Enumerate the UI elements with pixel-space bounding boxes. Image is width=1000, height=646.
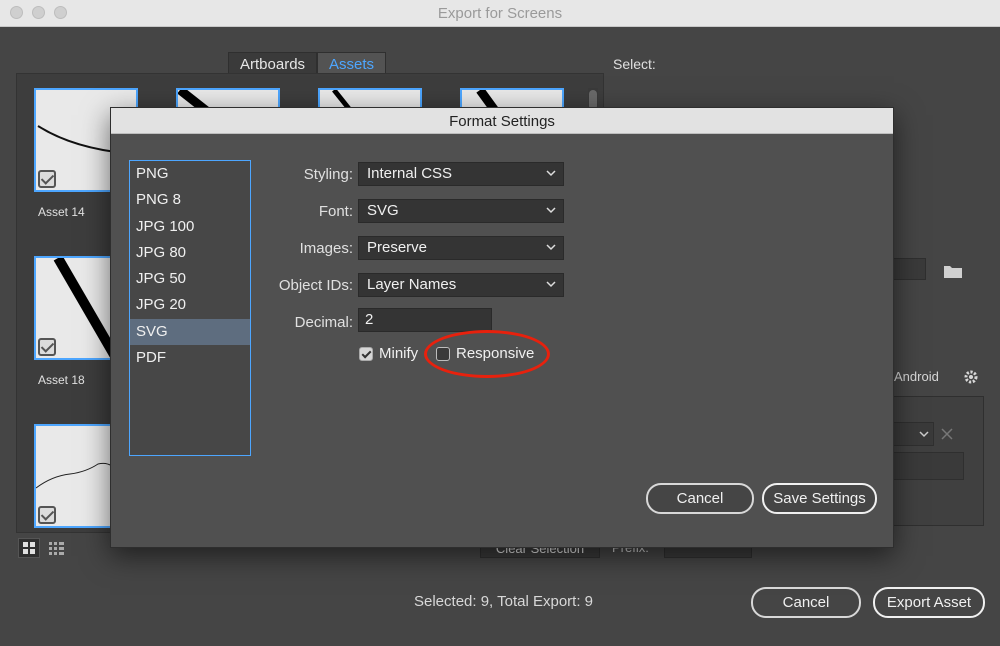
format-list: PNG PNG 8 JPG 100 JPG 80 JPG 50 JPG 20 S… xyxy=(129,160,251,456)
images-dropdown[interactable]: Preserve xyxy=(358,236,564,260)
highlight-ellipse xyxy=(424,330,550,378)
window-title: Export for Screens xyxy=(437,5,563,22)
format-item-svg[interactable]: SVG xyxy=(130,318,250,346)
styling-value: Internal CSS xyxy=(367,165,453,182)
list-view-icon xyxy=(49,542,64,555)
window-titlebar: Export for Screens xyxy=(0,0,1000,27)
styling-label: Styling: xyxy=(303,166,353,183)
chevron-down-icon xyxy=(919,431,929,438)
format-item-png[interactable]: PNG xyxy=(130,161,250,187)
format-item-jpg80[interactable]: JPG 80 xyxy=(130,240,250,266)
dialog-titlebar: Format Settings xyxy=(111,108,893,134)
chevron-down-icon xyxy=(546,244,556,251)
select-label: Select: xyxy=(613,56,656,72)
styling-dropdown[interactable]: Internal CSS xyxy=(358,162,564,186)
save-settings-button[interactable]: Save Settings xyxy=(762,483,877,514)
format-item-jpg50[interactable]: JPG 50 xyxy=(130,266,250,292)
object-ids-label: Object IDs: xyxy=(278,277,353,294)
folder-icon[interactable] xyxy=(943,263,963,279)
close-icon[interactable] xyxy=(941,428,953,440)
images-value: Preserve xyxy=(367,239,428,256)
asset-checkbox[interactable] xyxy=(38,506,56,524)
font-label: Font: xyxy=(318,203,353,220)
asset-label: Asset 14 xyxy=(38,205,85,219)
selection-status: Selected: 9, Total Export: 9 xyxy=(414,593,593,610)
dialog-title: Format Settings xyxy=(449,113,555,130)
format-item-png8[interactable]: PNG 8 xyxy=(130,187,250,213)
minify-label[interactable]: Minify xyxy=(379,345,418,362)
format-item-jpg20[interactable]: JPG 20 xyxy=(130,292,250,318)
list-view-button[interactable] xyxy=(46,538,68,558)
tab-bar: Artboards Assets xyxy=(228,52,387,76)
asset-checkbox[interactable] xyxy=(38,170,56,188)
grid-view-icon xyxy=(23,542,35,554)
decimal-field[interactable]: 2 xyxy=(358,308,492,332)
cancel-button[interactable]: Cancel xyxy=(751,587,861,618)
scale-dropdown[interactable] xyxy=(888,422,934,446)
grid-view-button[interactable] xyxy=(18,538,40,558)
android-preset-label[interactable]: Android xyxy=(894,369,939,384)
object-ids-dropdown[interactable]: Layer Names xyxy=(358,273,564,297)
gear-icon[interactable] xyxy=(963,369,979,385)
chevron-down-icon xyxy=(546,170,556,177)
asset-checkbox[interactable] xyxy=(38,338,56,356)
format-item-pdf[interactable]: PDF xyxy=(130,345,250,371)
dialog-cancel-button[interactable]: Cancel xyxy=(646,483,754,514)
suffix-field[interactable] xyxy=(888,452,964,480)
object-ids-value: Layer Names xyxy=(367,276,457,293)
asset-label: Asset 18 xyxy=(38,373,85,387)
export-asset-button[interactable]: Export Asset xyxy=(873,587,985,618)
chevron-down-icon xyxy=(546,281,556,288)
format-settings-dialog: Format Settings PNG PNG 8 JPG 100 JPG 80… xyxy=(110,107,894,548)
minify-checkbox[interactable] xyxy=(359,347,373,361)
font-value: SVG xyxy=(367,202,399,219)
decimal-label: Decimal: xyxy=(294,314,353,331)
format-item-jpg100[interactable]: JPG 100 xyxy=(130,214,250,240)
chevron-down-icon xyxy=(546,207,556,214)
images-label: Images: xyxy=(299,240,353,257)
font-dropdown[interactable]: SVG xyxy=(358,199,564,223)
